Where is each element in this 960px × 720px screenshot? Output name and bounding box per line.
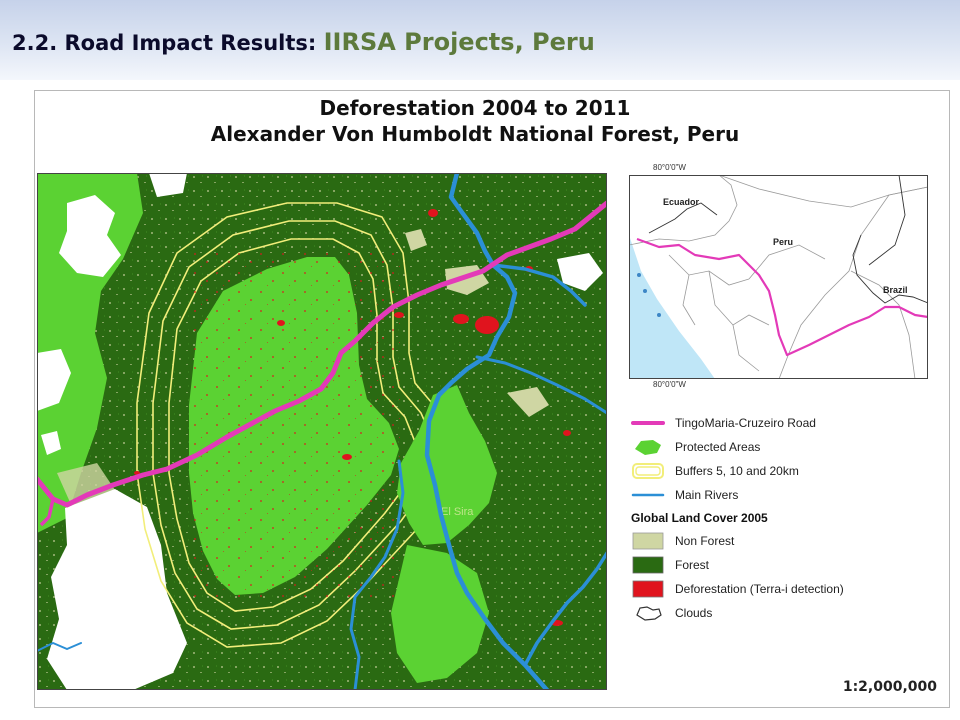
- map-panel: Deforestation 2004 to 2011 Alexander Von…: [34, 90, 950, 708]
- inset-sea-dot-3: [657, 313, 661, 317]
- inset-label-brazil: Brazil: [883, 285, 908, 295]
- slide-header: 2.2. Road Impact Results: IIRSA Projects…: [0, 0, 960, 80]
- legend-item-road: TingoMaria-Cruzeiro Road: [631, 411, 931, 435]
- legend-item-rivers: Main Rivers: [631, 483, 931, 507]
- deforestation-cluster-9: [394, 312, 404, 318]
- legend-item-forest: Forest: [631, 553, 931, 577]
- legend-item-buffers: Buffers 5, 10 and 20km: [631, 459, 931, 483]
- map-title: Deforestation 2004 to 2011 Alexander Von…: [35, 95, 915, 147]
- slide-title: 2.2. Road Impact Results: IIRSA Projects…: [12, 28, 595, 56]
- inset-label-peru: Peru: [773, 237, 793, 247]
- forest-swatch: [632, 556, 664, 574]
- inset-lon-top: 80°0'0"W: [653, 163, 686, 172]
- map-title-line2: Alexander Von Humboldt National Forest, …: [210, 122, 740, 146]
- deforestation-cluster-3: [428, 209, 438, 217]
- river-line-icon: [631, 493, 665, 497]
- slide-title-subtitle: IIRSA Projects, Peru: [323, 28, 595, 56]
- map-title-line1: Deforestation 2004 to 2011: [319, 96, 631, 120]
- non-forest-swatch: [632, 532, 664, 550]
- deforestation-speckle-protected: [187, 253, 402, 598]
- el-sira-label: El Sira: [441, 506, 474, 518]
- deforestation-cluster-4: [342, 454, 352, 460]
- deforestation-cluster-1: [475, 316, 499, 334]
- buffer-icon: [632, 463, 664, 479]
- inset-sea-dot-1: [637, 273, 641, 277]
- legend-label-non-forest: Non Forest: [675, 534, 735, 548]
- slide-title-prefix: 2.2. Road Impact Results:: [12, 31, 324, 55]
- legend-label-protected: Protected Areas: [675, 440, 761, 454]
- cloud-outline-icon: [636, 606, 662, 621]
- inset-sea-dot-2: [643, 289, 647, 293]
- map-scale: 1:2,000,000: [842, 679, 937, 695]
- legend-label-rivers: Main Rivers: [675, 488, 739, 502]
- legend-label-buffers: Buffers 5, 10 and 20km: [675, 464, 799, 478]
- inset-map: Ecuador Peru Brazil: [629, 175, 928, 379]
- inset-label-ecuador: Ecuador: [663, 197, 700, 207]
- deforestation-swatch: [632, 580, 664, 598]
- deforestation-cluster-6: [563, 430, 571, 436]
- map-legend: TingoMaria-Cruzeiro Road Protected Areas…: [631, 411, 931, 625]
- legend-item-protected: Protected Areas: [631, 435, 931, 459]
- legend-label-clouds: Clouds: [675, 606, 713, 620]
- legend-item-clouds: Clouds: [631, 601, 931, 625]
- protected-area-icon: [635, 440, 661, 455]
- deforestation-cluster-5: [277, 320, 285, 326]
- main-map: El Sira: [37, 173, 607, 690]
- inset-lon-bottom: 80°0'0"W: [653, 380, 686, 389]
- legend-label-forest: Forest: [675, 558, 710, 572]
- legend-item-non-forest: Non Forest: [631, 529, 931, 553]
- legend-label-deforestation: Deforestation (Terra-i detection): [675, 582, 844, 596]
- road-line-icon: [631, 421, 665, 425]
- legend-heading-land-cover: Global Land Cover 2005: [631, 511, 768, 525]
- legend-label-road: TingoMaria-Cruzeiro Road: [675, 416, 816, 430]
- deforestation-cluster-2: [453, 314, 469, 324]
- legend-item-deforestation: Deforestation (Terra-i detection): [631, 577, 931, 601]
